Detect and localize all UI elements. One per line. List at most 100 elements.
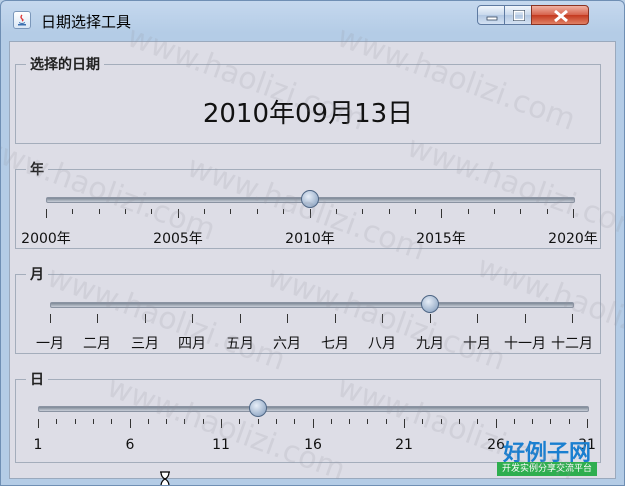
title-bar[interactable]: 日期选择工具 [1, 1, 624, 37]
month-tick [97, 314, 98, 323]
year-tick-label: 2005年 [153, 231, 203, 247]
day-tick [184, 419, 185, 424]
year-tick-label: 2015年 [416, 231, 466, 247]
hourglass-icon [159, 471, 171, 485]
year-group: 年 2000年 2005年 2010年 2015年 2020年 [15, 159, 601, 249]
year-tick [362, 209, 363, 214]
year-tick [415, 209, 416, 214]
month-tick [335, 314, 336, 323]
selected-date-value: 2010年09月13日 [202, 99, 414, 129]
month-group-title: 月 [26, 264, 48, 284]
year-tick [520, 209, 521, 214]
day-tick [166, 419, 167, 424]
day-tick [386, 419, 387, 424]
day-tick-label: 16 [304, 437, 322, 453]
month-tick-label: 十一月 [504, 336, 546, 352]
month-group: 月 一月 二月 三月 四月 五月 六月 七月 八月 九月 十月 十一月 十二月 [15, 264, 601, 354]
day-tick [148, 419, 149, 424]
year-tick [204, 209, 205, 214]
year-tick [99, 209, 100, 214]
day-slider-thumb[interactable] [249, 399, 267, 417]
month-tick-label: 六月 [273, 336, 301, 352]
java-icon[interactable] [13, 11, 31, 29]
month-tick [525, 314, 526, 323]
day-tick [239, 419, 240, 424]
day-tick [258, 419, 259, 424]
year-tick [230, 209, 231, 214]
brand-logo: 好例子网 开发实例分享交流平台 [495, 435, 599, 477]
day-tick [459, 419, 460, 424]
day-tick [404, 419, 405, 428]
month-tick-label: 八月 [368, 336, 396, 352]
day-tick-label: 21 [395, 437, 413, 453]
month-tick [477, 314, 478, 323]
day-tick [550, 419, 551, 424]
day-tick [532, 419, 533, 424]
month-tick [192, 314, 193, 323]
month-tick [145, 314, 146, 323]
day-tick [569, 419, 570, 424]
day-tick [75, 419, 76, 424]
day-tick-label: 1 [33, 437, 43, 453]
year-tick [389, 209, 390, 214]
close-button[interactable] [531, 5, 589, 25]
year-slider-thumb[interactable] [301, 190, 319, 208]
brand-sub-text: 开发实例分享交流平台 [497, 462, 597, 476]
month-tick [287, 314, 288, 323]
day-tick [477, 419, 478, 424]
year-tick [336, 209, 337, 214]
year-tick [283, 209, 284, 214]
year-tick-label: 2010年 [285, 231, 335, 247]
window-title: 日期选择工具 [41, 13, 132, 31]
year-tick [257, 209, 258, 214]
maximize-button[interactable] [504, 5, 532, 25]
month-tick-label: 五月 [226, 336, 254, 352]
year-tick [151, 209, 152, 214]
month-tick-label: 七月 [321, 336, 349, 352]
year-tick [573, 209, 574, 218]
month-tick-label: 九月 [416, 336, 444, 352]
day-tick [56, 419, 57, 424]
year-tick [72, 209, 73, 214]
month-tick [240, 314, 241, 323]
year-tick-label: 2020年 [548, 231, 598, 247]
year-tick [441, 209, 442, 218]
day-tick [313, 419, 314, 428]
year-tick [178, 209, 179, 218]
day-tick [130, 419, 131, 428]
year-group-title: 年 [26, 159, 48, 179]
day-tick [496, 419, 497, 428]
day-tick [514, 419, 515, 424]
year-tick-label: 2000年 [21, 231, 71, 247]
year-tick [46, 209, 47, 218]
month-tick-label: 二月 [83, 336, 111, 352]
day-tick-label: 6 [125, 437, 135, 453]
month-tick-label: 三月 [131, 336, 159, 352]
day-tick [587, 419, 588, 428]
day-tick [203, 419, 204, 424]
selected-date-title: 选择的日期 [26, 54, 104, 74]
year-tick [547, 209, 548, 214]
day-tick [38, 419, 39, 428]
day-tick [221, 419, 222, 428]
minimize-button[interactable] [477, 5, 505, 25]
month-slider-thumb[interactable] [421, 295, 439, 313]
day-slider-track[interactable] [38, 406, 589, 412]
month-tick [382, 314, 383, 323]
day-tick [93, 419, 94, 424]
day-tick-label: 11 [212, 437, 230, 453]
month-tick-label: 十月 [463, 336, 491, 352]
day-tick [331, 419, 332, 424]
month-tick-label: 一月 [36, 336, 64, 352]
day-tick [367, 419, 368, 424]
month-tick-label: 十二月 [551, 336, 593, 352]
month-tick [572, 314, 573, 323]
app-window: 日期选择工具 选择的日期 2010年09月13日 年 2000年 2005年 201… [0, 0, 625, 486]
month-tick-label: 四月 [178, 336, 206, 352]
year-tick [125, 209, 126, 214]
year-tick [310, 209, 311, 218]
month-tick [50, 314, 51, 323]
selected-date-group: 选择的日期 2010年09月13日 [15, 54, 601, 144]
year-tick [494, 209, 495, 214]
month-slider-track[interactable] [50, 302, 574, 308]
